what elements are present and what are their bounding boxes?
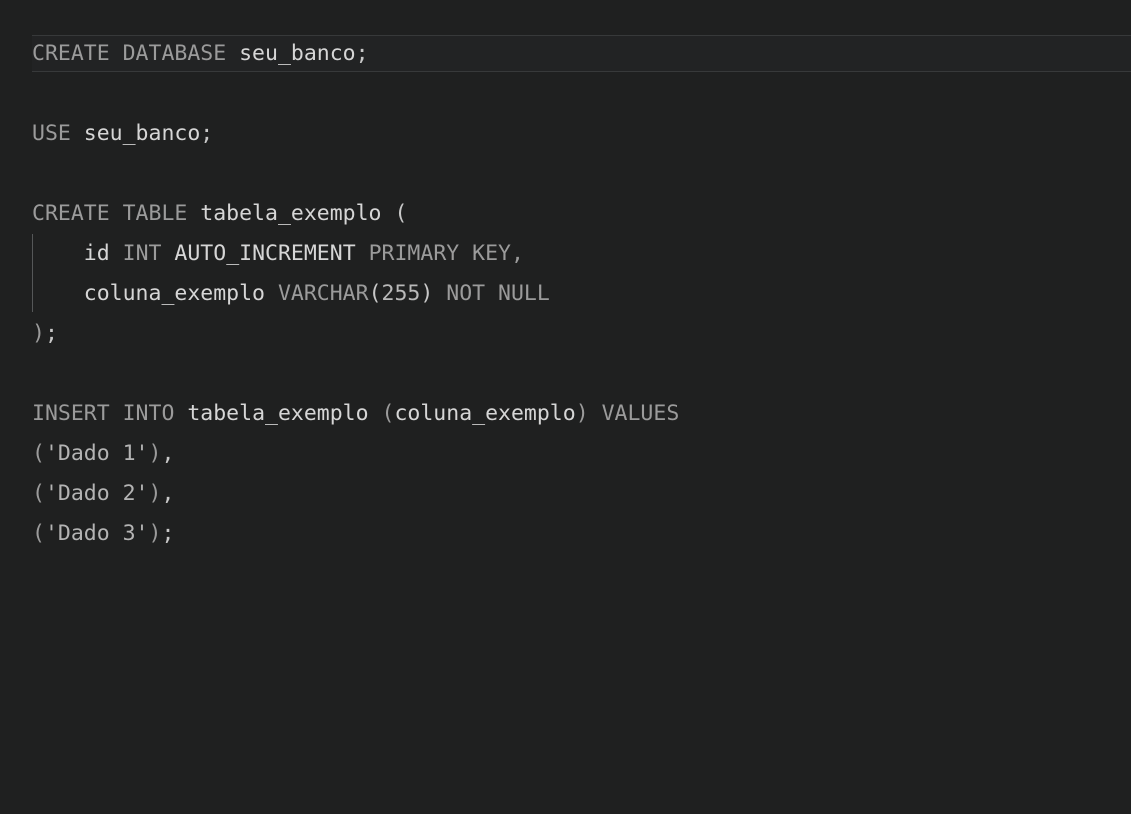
code-line-text: ('Dado 1'), (32, 434, 174, 474)
code-line[interactable] (0, 74, 1131, 114)
code-line-text: ); (32, 314, 58, 354)
code-editor[interactable]: CREATE DATABASE seu_banco; USE seu_banco;… (0, 0, 1131, 814)
code-line[interactable]: CREATE DATABASE seu_banco; (0, 34, 1131, 74)
code-line-text: ('Dado 2'), (32, 474, 174, 514)
code-line-text: ('Dado 3'); (32, 514, 174, 554)
code-line-text: id INT AUTO_INCREMENT PRIMARY KEY, (32, 234, 524, 274)
code-line[interactable] (0, 154, 1131, 194)
code-surface[interactable]: CREATE DATABASE seu_banco; USE seu_banco;… (0, 0, 1131, 814)
code-token-string: 'Dado 3' (44, 521, 149, 546)
code-token-punct-dim: ) (575, 401, 589, 426)
code-token-keyword: USE (32, 121, 84, 146)
code-line-text: CREATE DATABASE seu_banco; (32, 34, 369, 74)
code-line[interactable]: ('Dado 1'), (0, 434, 1131, 474)
code-line[interactable]: ('Dado 3'); (0, 514, 1131, 554)
code-line[interactable]: INSERT INTO tabela_exemplo (coluna_exemp… (0, 394, 1131, 434)
code-line[interactable]: CREATE TABLE tabela_exemplo ( (0, 194, 1131, 234)
code-token-punct-dim: ) (32, 321, 45, 346)
code-token-type: VARCHAR (277, 281, 369, 306)
code-token-keyword: PRIMARY KEY (368, 241, 511, 266)
code-token-punct: , (161, 441, 175, 466)
code-token-identifier: tabela_exemplo (187, 401, 369, 426)
code-line[interactable]: id INT AUTO_INCREMENT PRIMARY KEY, (0, 234, 1131, 274)
code-line-text: CREATE TABLE tabela_exemplo ( (32, 194, 407, 234)
code-line[interactable]: ('Dado 2'), (0, 474, 1131, 514)
code-token-punct: ; (44, 321, 58, 346)
code-token-keyword: INSERT INTO (32, 401, 188, 426)
code-line[interactable]: USE seu_banco; (0, 114, 1131, 154)
code-token-identifier: seu_banco (239, 41, 356, 66)
code-token-punct-dim: ( (381, 401, 395, 426)
code-token-punct: ; (200, 121, 214, 146)
code-token-keyword: CREATE DATABASE (32, 41, 240, 66)
code-token-punct: , (161, 481, 175, 506)
code-line-text: USE seu_banco; (32, 114, 213, 154)
code-token-punct: ; (161, 521, 175, 546)
code-token-punct-dim: ) (148, 521, 162, 546)
code-line-text: INSERT INTO tabela_exemplo (coluna_exemp… (32, 394, 679, 434)
code-token-identifier: coluna_exemplo (394, 401, 576, 426)
code-token-keyword: CREATE TABLE (32, 201, 201, 226)
code-token-string: 'Dado 2' (44, 481, 149, 506)
code-token-punct: ( (394, 201, 408, 226)
code-token-punct: ( (368, 281, 382, 306)
code-token-punct: ; (355, 41, 369, 66)
code-token-identifier: seu_banco (83, 121, 201, 146)
code-line[interactable]: coluna_exemplo VARCHAR(255) NOT NULL (0, 274, 1131, 314)
code-token-punct-dim: ) (148, 441, 162, 466)
code-token-punct-dim: ( (32, 481, 45, 506)
code-token-punct-dim: ( (32, 441, 45, 466)
code-token-punct-dim: , (510, 241, 524, 266)
code-token-identifier: id (83, 241, 110, 266)
code-token-punct-dim: ) (148, 481, 162, 506)
code-line-text: coluna_exemplo VARCHAR(255) NOT NULL (32, 274, 550, 314)
code-token-modifier: AUTO_INCREMENT (174, 241, 356, 266)
code-token-number: 255 (381, 281, 421, 306)
code-token-punct: ) (420, 281, 434, 306)
code-token-identifier: tabela_exemplo (200, 201, 382, 226)
code-token-keyword: VALUES (601, 401, 680, 426)
code-line[interactable]: ); (0, 314, 1131, 354)
code-line[interactable] (0, 354, 1131, 394)
code-token-keyword: NOT NULL (446, 281, 550, 306)
code-token-identifier: coluna_exemplo (83, 281, 265, 306)
code-token-type: INT (122, 241, 162, 266)
code-token-string: 'Dado 1' (44, 441, 149, 466)
code-token-punct-dim: ( (32, 521, 45, 546)
